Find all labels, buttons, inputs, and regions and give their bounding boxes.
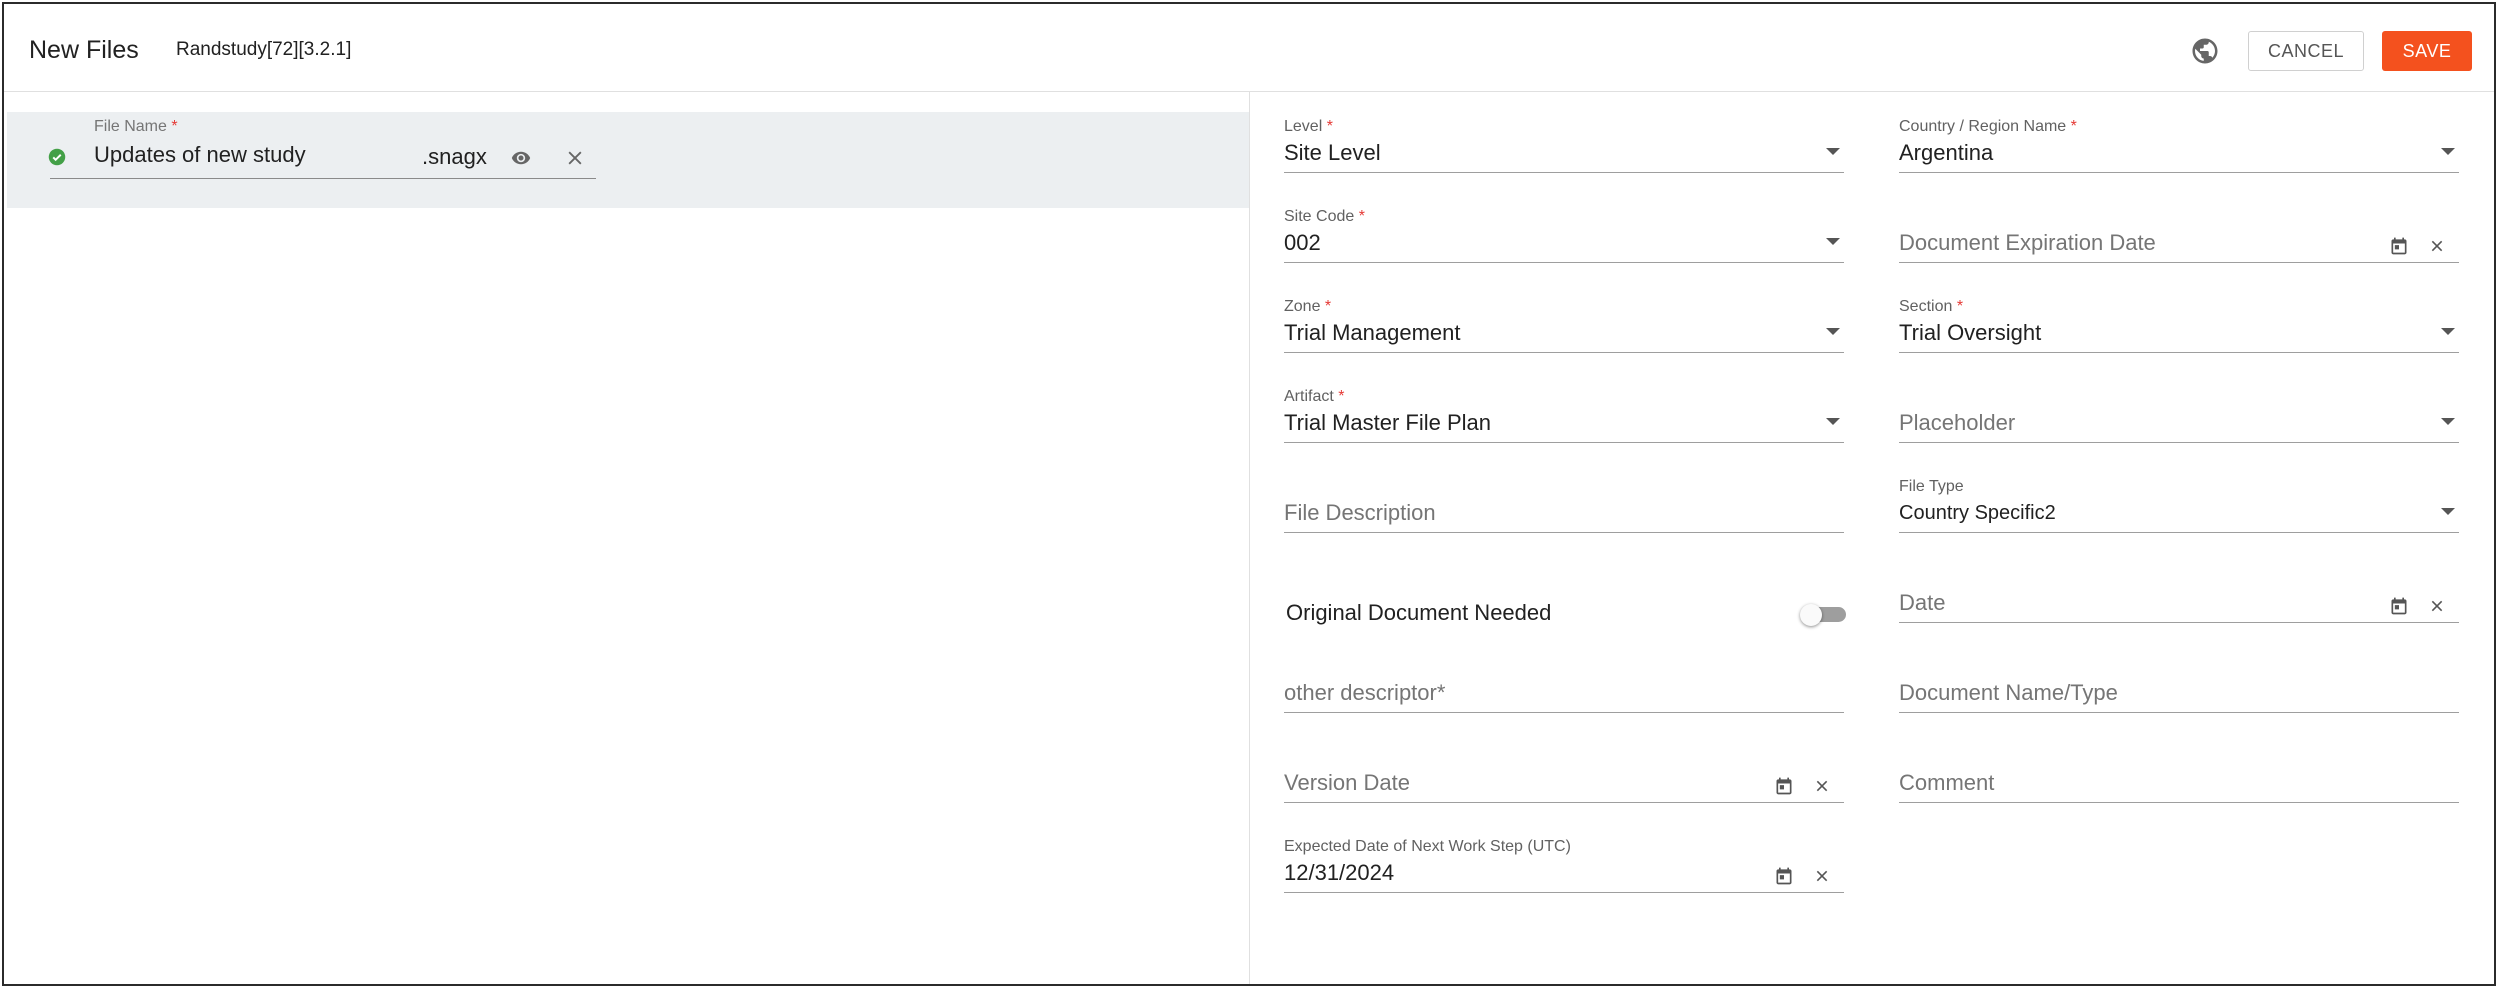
dialog-header: New Files Randstudy[72][3.2.1] CANCEL SA… [4, 4, 2494, 92]
version-date-field[interactable]: Version Date [1284, 748, 1844, 818]
level-value: Site Level [1284, 140, 1381, 165]
chevron-down-icon[interactable] [2441, 148, 2455, 155]
artifact-label: Artifact [1284, 388, 1334, 405]
chevron-down-icon[interactable] [2441, 328, 2455, 335]
file-name-underline [50, 178, 596, 179]
site-code-value: 002 [1284, 230, 1321, 255]
site-code-label: Site Code [1284, 208, 1355, 225]
section-select[interactable]: Section * Trial Oversight [1899, 298, 2459, 368]
next-work-step-date-field[interactable]: Expected Date of Next Work Step (UTC) 12… [1284, 838, 1844, 908]
file-type-label: File Type [1899, 478, 1964, 495]
date-placeholder: Date [1899, 590, 1946, 615]
file-row[interactable]: File Name * .snagx [7, 112, 1249, 208]
eye-icon[interactable] [509, 148, 533, 168]
next-work-step-value: 12/31/2024 [1284, 860, 1395, 885]
file-list-pane: File Name * .snagx [4, 92, 1250, 984]
clear-icon[interactable] [1814, 868, 1830, 884]
placeholder-select[interactable]: Placeholder [1899, 388, 2459, 458]
check-circle-icon [48, 148, 66, 166]
zone-value: Trial Management [1284, 320, 1461, 345]
file-type-value: Country Specific2 [1899, 502, 2056, 524]
study-breadcrumb: Randstudy[72][3.2.1] [176, 39, 352, 60]
zone-select[interactable]: Zone * Trial Management [1284, 298, 1844, 368]
chevron-down-icon[interactable] [1826, 148, 1840, 155]
file-description-placeholder: File Description [1284, 500, 1436, 525]
chevron-down-icon[interactable] [2441, 418, 2455, 425]
document-name-type-placeholder: Document Name/Type [1899, 680, 2118, 705]
zone-label: Zone [1284, 298, 1321, 315]
clear-icon[interactable] [2429, 598, 2445, 614]
chevron-down-icon[interactable] [1826, 418, 1840, 425]
file-type-select[interactable]: File Type Country Specific2 [1899, 478, 2459, 548]
section-label: Section [1899, 298, 1953, 315]
version-date-placeholder: Version Date [1284, 770, 1410, 795]
artifact-value: Trial Master File Plan [1284, 410, 1492, 435]
original-document-needed-label: Original Document Needed [1286, 600, 1552, 625]
artifact-select[interactable]: Artifact * Trial Master File Plan [1284, 388, 1844, 458]
save-button[interactable]: SAVE [2382, 31, 2472, 71]
chevron-down-icon[interactable] [1826, 328, 1840, 335]
other-descriptor-placeholder: other descriptor* [1284, 680, 1446, 705]
site-code-select[interactable]: Site Code * 002 [1284, 208, 1844, 278]
country-label: Country / Region Name [1899, 118, 2067, 135]
other-descriptor-field[interactable]: other descriptor* [1284, 658, 1844, 728]
document-expiration-date-field[interactable]: Document Expiration Date [1899, 208, 2459, 278]
document-expiration-placeholder: Document Expiration Date [1899, 230, 2156, 255]
new-files-dialog: New Files Randstudy[72][3.2.1] CANCEL SA… [2, 2, 2496, 986]
page-title: New Files [29, 36, 139, 64]
calendar-icon[interactable] [2389, 596, 2409, 616]
calendar-icon[interactable] [2389, 236, 2409, 256]
chevron-down-icon[interactable] [1826, 238, 1840, 245]
clear-icon[interactable] [1814, 778, 1830, 794]
calendar-icon[interactable] [1774, 866, 1794, 886]
comment-field[interactable]: Comment [1899, 748, 2459, 818]
level-label: Level [1284, 118, 1323, 135]
next-work-step-label: Expected Date of Next Work Step (UTC) [1284, 838, 1571, 855]
file-name-input[interactable] [94, 140, 394, 170]
file-extension: .snagx [422, 144, 487, 169]
country-select[interactable]: Country / Region Name * Argentina [1899, 118, 2459, 188]
document-name-type-field[interactable]: Document Name/Type [1899, 658, 2459, 728]
globe-icon[interactable] [2190, 36, 2220, 66]
comment-placeholder: Comment [1899, 770, 1995, 795]
file-name-label: File Name * [94, 118, 178, 135]
calendar-icon[interactable] [1774, 776, 1794, 796]
cancel-button[interactable]: CANCEL [2248, 31, 2364, 71]
placeholder-placeholder: Placeholder [1899, 410, 2016, 435]
level-select[interactable]: Level * Site Level [1284, 118, 1844, 188]
original-document-needed-row: Original Document Needed [1286, 600, 1846, 630]
chevron-down-icon[interactable] [2441, 508, 2455, 515]
file-description-field[interactable]: File Description [1284, 478, 1844, 548]
section-value: Trial Oversight [1899, 320, 2042, 345]
clear-icon[interactable] [2429, 238, 2445, 254]
country-value: Argentina [1899, 140, 1994, 165]
date-field[interactable]: Date [1899, 568, 2459, 638]
original-document-needed-toggle[interactable] [1800, 604, 1846, 626]
remove-file-icon[interactable] [565, 148, 585, 168]
